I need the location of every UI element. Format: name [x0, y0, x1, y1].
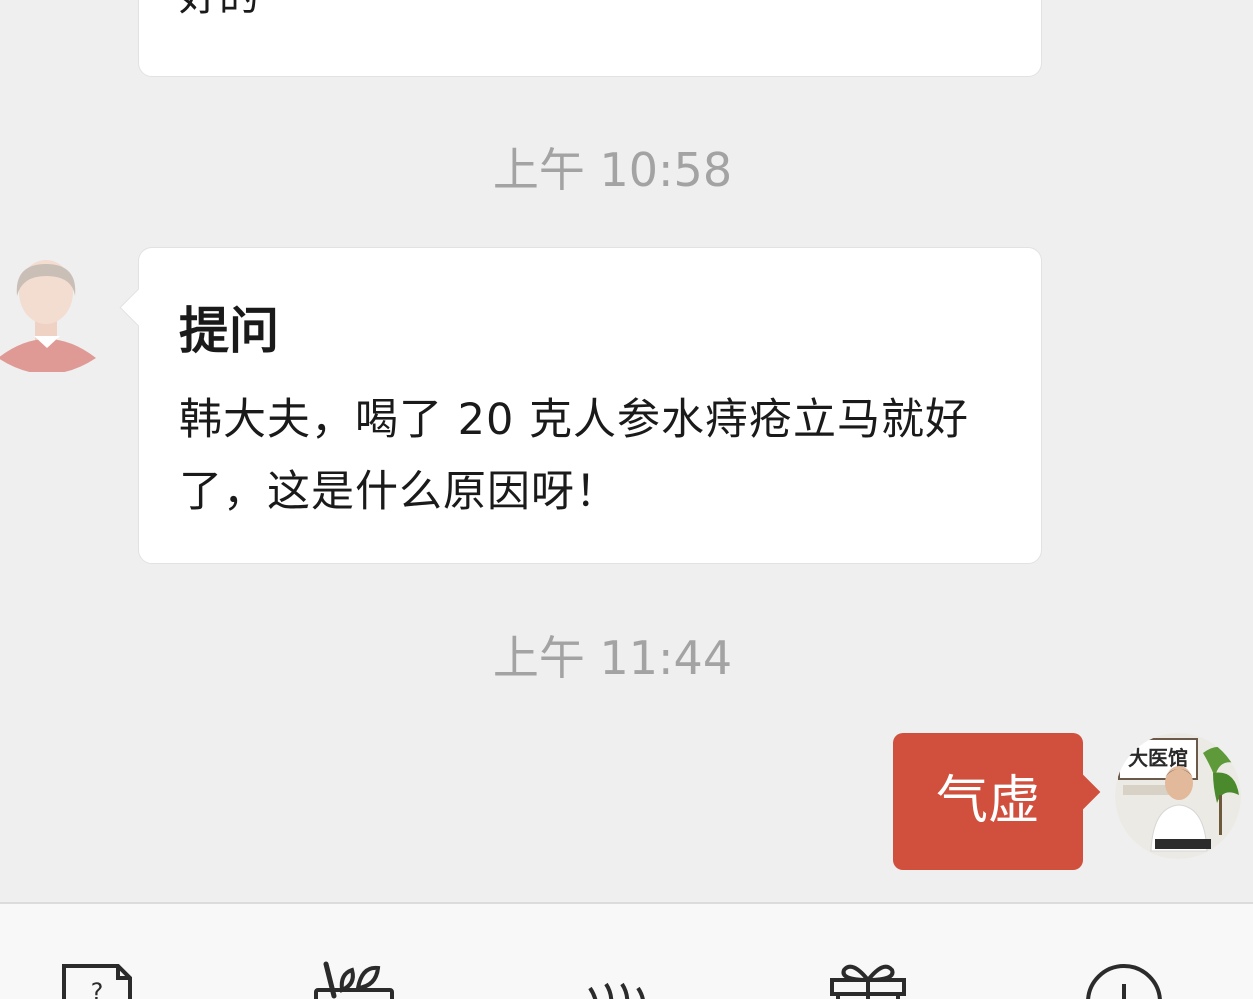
previous-message-text: 好的 — [179, 0, 259, 23]
default-user-avatar-icon — [0, 260, 96, 372]
timestamp: 上午 11:44 — [492, 631, 733, 685]
steaming-bowl-icon[interactable] — [560, 960, 660, 999]
question-document-icon[interactable]: ? — [60, 960, 134, 999]
reply-text: 气虚 — [935, 771, 1040, 831]
question-title: 提问 — [179, 302, 279, 360]
doctor-avatar[interactable]: 大医馆 — [1115, 733, 1241, 859]
previous-message-bubble[interactable]: 好的 — [138, 0, 1042, 77]
timestamp: 上午 10:58 — [492, 143, 733, 197]
plus-circle-icon[interactable] — [1084, 960, 1168, 999]
svg-text:?: ? — [91, 978, 104, 999]
question-body: 韩大夫，喝了 20 克人参水痔疮立马就好了，这是什么原因呀！ — [179, 395, 970, 517]
gift-box-icon[interactable] — [828, 960, 908, 999]
question-message-bubble[interactable]: 提问 韩大夫，喝了 20 克人参水痔疮立马就好了，这是什么原因呀！ — [119, 247, 1042, 564]
herb-basket-icon[interactable] — [312, 960, 396, 999]
bottom-toolbar: ? — [0, 902, 1253, 999]
patient-avatar[interactable] — [0, 252, 102, 372]
bubble-tail — [119, 288, 158, 327]
reply-message-bubble[interactable]: 气虚 — [893, 733, 1101, 870]
doctor-photo: 大医馆 — [1115, 733, 1241, 859]
